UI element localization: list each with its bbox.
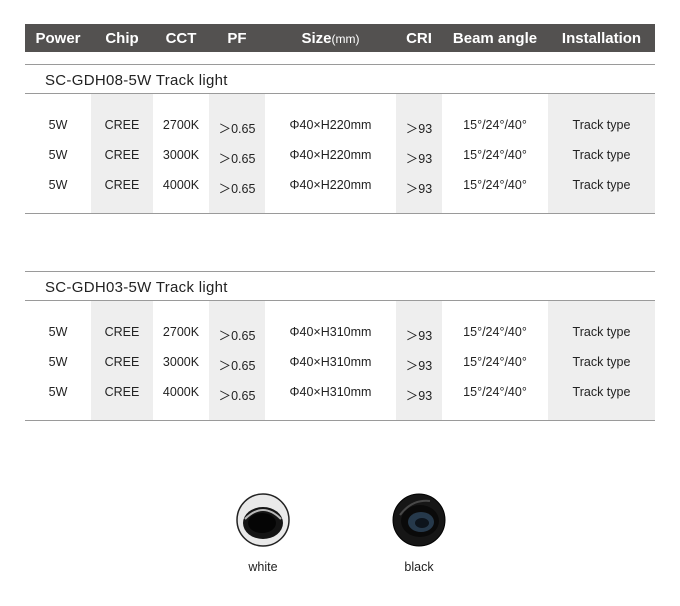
white-finish-swatch <box>236 493 290 547</box>
cell-pf: ＞0.65 <box>218 182 256 196</box>
section-table-body: 5W 5W 5W CREE CREE CREE 2700K 3000K 4000… <box>25 94 655 213</box>
white-finish-label: white <box>248 560 278 574</box>
column-chip: CREE CREE CREE <box>91 94 153 213</box>
cell-cri: ＞93 <box>405 182 433 196</box>
header-pf: PF <box>227 29 247 47</box>
cell-installation: Track type <box>572 178 631 192</box>
section-table-body: 5W 5W 5W CREE CREE CREE 2700K 3000K 4000… <box>25 301 655 420</box>
cell-size: Φ40×H220mm <box>289 148 372 162</box>
cell-chip: CREE <box>104 355 140 369</box>
header-power: Power <box>35 29 81 47</box>
header-chip: Chip <box>105 29 139 47</box>
column-cri: ＞93 ＞93 ＞93 <box>396 301 442 420</box>
column-power: 5W 5W 5W <box>25 94 91 213</box>
column-cri: ＞93 ＞93 ＞93 <box>396 94 442 213</box>
section-title: SC-GDH03-5W Track light <box>45 279 228 296</box>
header-installation: Installation <box>561 29 642 47</box>
section-title: SC-GDH08-5W Track light <box>45 72 228 89</box>
column-beam-angle: 15°/24°/40° 15°/24°/40° 15°/24°/40° <box>442 301 548 420</box>
cell-pf: ＞0.65 <box>218 122 256 136</box>
cell-pf: ＞0.65 <box>218 359 256 373</box>
cell-cct: 3000K <box>162 355 200 369</box>
column-cct: 2700K 3000K 4000K <box>153 94 209 213</box>
cell-pf: ＞0.65 <box>218 152 256 166</box>
cell-installation: Track type <box>572 385 631 399</box>
column-beam-angle: 15°/24°/40° 15°/24°/40° 15°/24°/40° <box>442 94 548 213</box>
column-installation: Track type Track type Track type <box>548 94 655 213</box>
cell-power: 5W <box>48 325 68 339</box>
table-header: Power Chip CCT PF Size(mm) CRI Beam angl… <box>25 24 655 52</box>
cell-cri: ＞93 <box>405 329 433 343</box>
cell-beam-angle: 15°/24°/40° <box>463 385 527 399</box>
cell-cct: 2700K <box>162 325 200 339</box>
cell-chip: CREE <box>104 118 140 132</box>
section-bottom-divider <box>25 420 655 421</box>
cell-beam-angle: 15°/24°/40° <box>463 118 527 132</box>
cell-installation: Track type <box>572 118 631 132</box>
header-size: Size(mm) <box>265 30 396 47</box>
column-installation: Track type Track type Track type <box>548 301 655 420</box>
column-cct: 2700K 3000K 4000K <box>153 301 209 420</box>
cell-cri: ＞93 <box>405 359 433 373</box>
cell-installation: Track type <box>572 148 631 162</box>
header-beam-angle: Beam angle <box>452 29 538 47</box>
cell-pf: ＞0.65 <box>218 389 256 403</box>
cell-cri: ＞93 <box>405 389 433 403</box>
cell-size: Φ40×H220mm <box>289 118 372 132</box>
cell-cct: 2700K <box>162 118 200 132</box>
cell-chip: CREE <box>104 385 140 399</box>
cell-pf: ＞0.65 <box>218 329 256 343</box>
cell-size: Φ40×H310mm <box>289 355 372 369</box>
cell-cri: ＞93 <box>405 152 433 166</box>
cell-installation: Track type <box>572 355 631 369</box>
header-size-unit: (mm) <box>331 31 360 46</box>
black-fixture-icon <box>392 493 446 547</box>
cell-power: 5W <box>48 355 68 369</box>
section-top-divider <box>25 271 655 272</box>
cell-power: 5W <box>48 118 68 132</box>
cell-beam-angle: 15°/24°/40° <box>463 355 527 369</box>
header-cri: CRI <box>406 29 432 47</box>
column-size: Φ40×H220mm Φ40×H220mm Φ40×H220mm <box>265 94 396 213</box>
column-chip: CREE CREE CREE <box>91 301 153 420</box>
cell-size: Φ40×H310mm <box>289 385 372 399</box>
cell-beam-angle: 15°/24°/40° <box>463 178 527 192</box>
header-size-label: Size <box>301 29 332 47</box>
column-power: 5W 5W 5W <box>25 301 91 420</box>
cell-power: 5W <box>48 385 68 399</box>
cell-cct: 3000K <box>162 148 200 162</box>
cell-power: 5W <box>48 178 68 192</box>
cell-beam-angle: 15°/24°/40° <box>463 325 527 339</box>
cell-beam-angle: 15°/24°/40° <box>463 148 527 162</box>
section-top-divider <box>25 64 655 65</box>
cell-cct: 4000K <box>162 178 200 192</box>
section-bottom-divider <box>25 213 655 214</box>
cell-chip: CREE <box>104 325 140 339</box>
white-fixture-icon <box>236 493 290 547</box>
cell-power: 5W <box>48 148 68 162</box>
cell-cri: ＞93 <box>405 122 433 136</box>
cell-installation: Track type <box>572 325 631 339</box>
black-finish-label: black <box>404 560 434 574</box>
black-finish-swatch <box>392 493 446 547</box>
cell-chip: CREE <box>104 178 140 192</box>
column-pf: ＞0.65 ＞0.65 ＞0.65 <box>209 94 265 213</box>
cell-size: Φ40×H310mm <box>289 325 372 339</box>
column-pf: ＞0.65 ＞0.65 ＞0.65 <box>209 301 265 420</box>
cell-cct: 4000K <box>162 385 200 399</box>
column-size: Φ40×H310mm Φ40×H310mm Φ40×H310mm <box>265 301 396 420</box>
cell-chip: CREE <box>104 148 140 162</box>
header-cct: CCT <box>165 29 197 47</box>
cell-size: Φ40×H220mm <box>289 178 372 192</box>
